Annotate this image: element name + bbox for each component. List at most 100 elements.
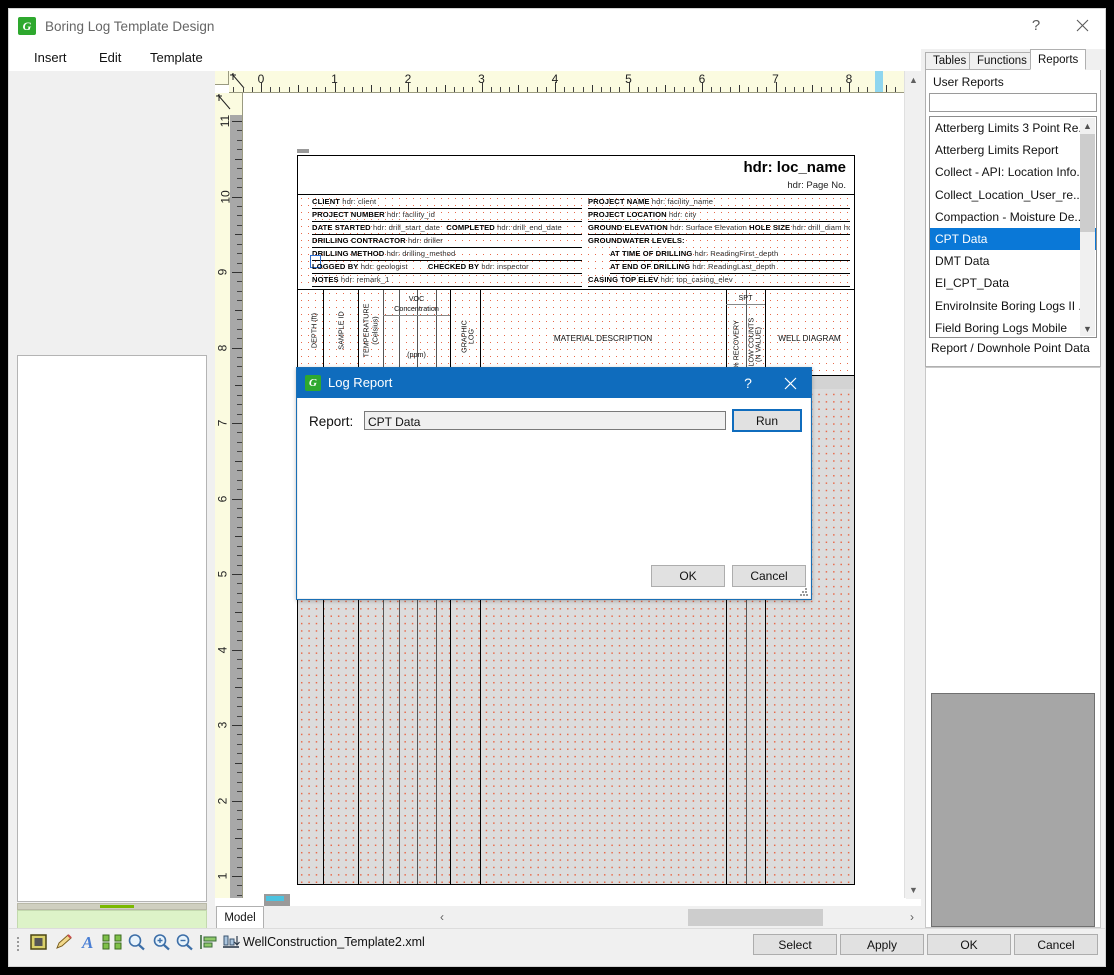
hruler-subtick: [821, 87, 822, 92]
hruler-subtick: [500, 87, 501, 92]
vertical-ruler[interactable]: 1110987654321: [215, 93, 243, 898]
list-item[interactable]: Atterberg Limits 3 Point Re...: [930, 117, 1096, 139]
menu-edit[interactable]: Edit: [93, 50, 127, 68]
zoom-in-icon[interactable]: [152, 933, 174, 953]
list-item[interactable]: Compaction - Moisture De...: [930, 206, 1096, 228]
tab-reports[interactable]: Reports: [1030, 49, 1086, 70]
canvas-vertical-scrollbar[interactable]: ▲ ▼: [904, 71, 921, 898]
header-row-at-end-of-drilling[interactable]: AT END OF DRILLING hdr: ReadingLast_dept…: [610, 262, 850, 275]
reports-list[interactable]: Atterberg Limits 3 Point Re... Atterberg…: [929, 116, 1097, 338]
vruler-subtick: [237, 357, 242, 358]
run-button[interactable]: Run: [732, 409, 802, 432]
column-header-sample-id[interactable]: SAMPLE ID: [337, 296, 346, 366]
column-header-blow-counts-unit[interactable]: (N VALUE): [754, 316, 763, 374]
menu-template[interactable]: Template: [144, 50, 209, 68]
zoom-out-icon[interactable]: [175, 933, 197, 953]
header-row-drilling-contractor[interactable]: DRILLING CONTRACTOR hdr: driller: [312, 236, 582, 249]
dialog-cancel-button[interactable]: Cancel: [732, 565, 806, 587]
horizontal-ruler[interactable]: 012345678: [229, 71, 904, 93]
vertical-scroll-thumb[interactable]: [906, 89, 921, 899]
dialog-ok-button[interactable]: OK: [651, 565, 725, 587]
list-scroll-down-icon[interactable]: ▼: [1080, 321, 1095, 336]
dialog-close-button[interactable]: [769, 368, 811, 398]
window-help-button[interactable]: ?: [1013, 9, 1059, 41]
scroll-up-icon[interactable]: ▲: [905, 71, 922, 88]
header-row-notes[interactable]: NOTES hdr: remark_1: [312, 275, 582, 288]
header-row-client[interactable]: CLIENT hdr: client: [312, 197, 582, 210]
tab-functions[interactable]: Functions: [969, 52, 1035, 70]
hruler-subtick: [573, 87, 574, 92]
list-item[interactable]: Field Boring Logs Mobile: [930, 317, 1096, 338]
hruler-subtick: [895, 87, 896, 92]
list-scroll-up-icon[interactable]: ▲: [1080, 118, 1095, 133]
header-row-project-name[interactable]: PROJECT NAME hdr: facility_name: [588, 197, 850, 210]
tab-tables[interactable]: Tables: [925, 52, 974, 70]
header-field-checked-by: hdr: inspector: [481, 262, 528, 271]
header-row-date-started[interactable]: DATE STARTED hdr: drill_start_date COMPL…: [312, 223, 582, 236]
select-button[interactable]: Select: [753, 934, 837, 955]
select-object-icon[interactable]: [29, 933, 51, 953]
panel-splitter[interactable]: [17, 903, 207, 910]
apply-button[interactable]: Apply: [840, 934, 924, 955]
header-row-project-location[interactable]: PROJECT LOCATION hdr: city: [588, 210, 850, 223]
dialog-resize-grip[interactable]: [800, 588, 808, 596]
column-header-depth[interactable]: DEPTH (ft): [310, 296, 319, 366]
list-item-selected[interactable]: CPT Data: [930, 228, 1096, 250]
column-header-recovery[interactable]: % RECOVERY: [732, 316, 741, 374]
hruler-subtick: [344, 87, 345, 92]
reports-list-scrollbar[interactable]: ▲ ▼: [1080, 118, 1095, 336]
list-item[interactable]: Collect - API: Location Info...: [930, 161, 1096, 183]
list-item[interactable]: EI_CPT_Data: [930, 272, 1096, 294]
column-header-voc-unit[interactable]: (ppm): [383, 350, 450, 359]
column-header-temperature-unit[interactable]: (Celsius): [371, 293, 380, 369]
align-left-icon[interactable]: [199, 933, 221, 953]
header-row-project-number[interactable]: PROJECT NUMBER hdr: facility_id: [312, 210, 582, 223]
column-header-material-description[interactable]: MATERIAL DESCRIPTION: [480, 334, 726, 343]
report-search-input[interactable]: [929, 93, 1097, 112]
horizontal-scroll-track[interactable]: [333, 907, 903, 926]
column-header-voc[interactable]: VOC: [383, 294, 450, 303]
template-page-no-field[interactable]: hdr: Page No.: [787, 180, 846, 191]
list-scroll-thumb[interactable]: [1080, 134, 1095, 232]
header-row-groundwater-levels[interactable]: GROUNDWATER LEVELS:: [588, 236, 850, 249]
dialog-help-button[interactable]: ?: [727, 368, 769, 398]
text-format-icon[interactable]: A: [79, 933, 101, 953]
tab-model[interactable]: Model: [216, 906, 264, 928]
header-row-ground-elevation[interactable]: GROUND ELEVATION hdr: Surface Elevation …: [588, 223, 850, 236]
column-header-spt[interactable]: SPT: [726, 293, 765, 302]
zoom-icon[interactable]: [127, 933, 149, 953]
header-row-casing-top-elev[interactable]: CASING TOP ELEV hdr: top_casing_elev: [588, 275, 850, 288]
pencil-edit-icon[interactable]: [54, 933, 76, 953]
list-item[interactable]: Collect_Location_User_re...: [930, 184, 1096, 206]
list-item[interactable]: Atterberg Limits Report: [930, 139, 1096, 161]
report-name-input[interactable]: [364, 411, 726, 430]
report-preview-area[interactable]: [931, 693, 1095, 927]
align-grid-icon[interactable]: [102, 933, 124, 953]
hruler-tick: [849, 82, 850, 92]
cancel-button[interactable]: Cancel: [1014, 934, 1098, 955]
property-editor-panel[interactable]: [17, 355, 207, 902]
hruler-subtick: [307, 87, 308, 92]
column-header-temperature[interactable]: TEMPERATURE: [362, 293, 371, 369]
vruler-subtick: [237, 470, 242, 471]
template-loc-name-field[interactable]: hdr: loc_name: [743, 159, 846, 176]
column-header-voc-concentration[interactable]: Concentration: [383, 304, 450, 313]
header-field-project-number: hdr: facility_id: [387, 210, 435, 219]
scroll-right-icon[interactable]: ›: [903, 907, 921, 927]
list-item[interactable]: EnviroInsite Boring Logs II ...: [930, 295, 1096, 317]
header-row-drilling-method[interactable]: DRILLING METHOD hdr: drilling_method: [312, 249, 582, 262]
column-header-graphic-log[interactable]: LOG: [467, 307, 476, 367]
header-row-at-time-of-drilling[interactable]: AT TIME OF DRILLING hdr: ReadingFirst_de…: [610, 249, 850, 262]
header-row-logged-by[interactable]: LOGGED BY hdr: geologist CHECKED BY hdr:…: [312, 262, 582, 275]
menu-insert[interactable]: Insert: [28, 50, 73, 68]
window-close-button[interactable]: [1059, 9, 1105, 41]
align-bottom-icon[interactable]: [221, 933, 243, 953]
list-item[interactable]: DMT Data: [930, 250, 1096, 272]
ok-button[interactable]: OK: [927, 934, 1011, 955]
scroll-down-icon[interactable]: ▼: [905, 881, 922, 898]
canvas-horizontal-scrollbar[interactable]: Model ‹ ›: [215, 906, 921, 928]
scroll-left-icon[interactable]: ‹: [433, 907, 451, 927]
horizontal-scroll-thumb[interactable]: [688, 909, 823, 926]
toolbar-drag-handle[interactable]: [17, 935, 21, 951]
column-header-well-diagram[interactable]: WELL DIAGRAM: [765, 334, 854, 343]
